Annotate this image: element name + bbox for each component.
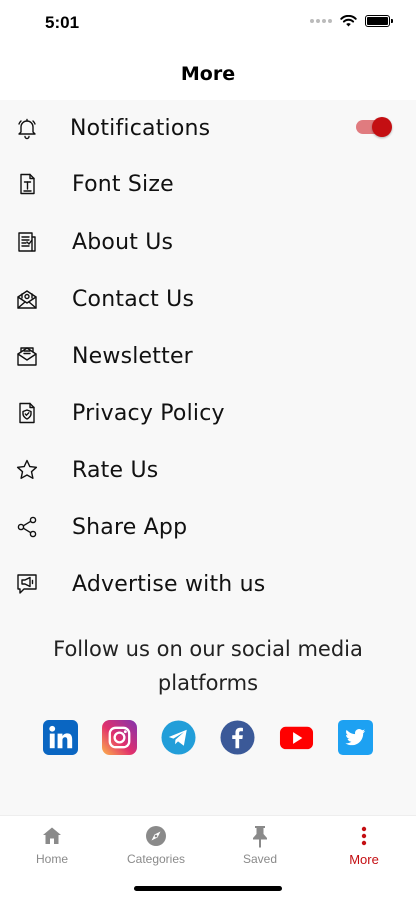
menu-item-font-size[interactable]: Font Size: [0, 156, 416, 212]
facebook-icon[interactable]: [220, 720, 255, 755]
menu-item-label: Privacy Policy: [72, 400, 225, 426]
menu-item-label: Advertise with us: [72, 571, 266, 597]
social-links: [43, 720, 373, 755]
menu-item-about-us[interactable]: About Us: [0, 214, 416, 270]
wifi-icon: [340, 15, 357, 27]
page-header: More: [0, 48, 416, 100]
star-icon: [14, 457, 40, 483]
menu-item-notifications[interactable]: Notifications: [0, 100, 416, 156]
tab-saved[interactable]: Saved: [208, 824, 312, 874]
home-icon: [40, 824, 64, 848]
cellular-signal-icon: [310, 19, 332, 23]
telegram-icon[interactable]: [161, 720, 196, 755]
tab-label: More: [349, 852, 379, 867]
tab-home[interactable]: Home: [0, 824, 104, 874]
follow-social-text: Follow us on our social media platforms: [53, 637, 363, 695]
page-title: More: [180, 63, 236, 85]
font-size-icon: [14, 171, 40, 197]
more-content: Notifications Font Size About Us Contact…: [0, 100, 416, 815]
menu-item-contact-us[interactable]: Contact Us: [0, 271, 416, 327]
bell-icon: [14, 115, 40, 141]
menu-item-label: Font Size: [72, 171, 174, 197]
home-indicator: [134, 886, 282, 891]
menu-item-label: Share App: [72, 514, 188, 540]
instagram-icon[interactable]: [102, 720, 137, 755]
megaphone-icon: [14, 571, 40, 597]
tab-label: Home: [35, 852, 68, 866]
menu-item-label: About Us: [72, 229, 174, 255]
battery-icon: [365, 15, 393, 27]
menu-item-rate-us[interactable]: Rate Us: [0, 442, 416, 498]
privacy-shield-icon: [14, 400, 40, 426]
status-bar: 5:01: [0, 0, 416, 48]
document-icon: [14, 229, 40, 255]
twitter-icon[interactable]: [338, 720, 373, 755]
notifications-toggle[interactable]: [356, 117, 392, 137]
linkedin-icon[interactable]: [43, 720, 78, 755]
tab-more[interactable]: More: [312, 824, 416, 874]
menu-item-label: Newsletter: [72, 343, 193, 369]
tab-categories[interactable]: Categories: [104, 824, 208, 874]
menu-item-share-app[interactable]: Share App: [0, 499, 416, 555]
compass-icon: [144, 824, 168, 848]
youtube-icon[interactable]: [279, 720, 314, 755]
status-time: 5:01: [45, 13, 80, 32]
menu-item-newsletter[interactable]: Newsletter: [0, 328, 416, 384]
menu-item-label: Notifications: [70, 115, 211, 141]
tab-label: Categories: [126, 852, 186, 866]
status-icons: [310, 15, 393, 27]
contact-envelope-icon: [14, 286, 40, 312]
pin-icon: [248, 824, 272, 848]
more-vertical-icon: [352, 824, 376, 848]
share-icon: [14, 514, 40, 540]
newsletter-icon: [14, 343, 40, 369]
menu-item-label: Contact Us: [72, 286, 195, 312]
menu-item-advertise[interactable]: Advertise with us: [0, 556, 416, 612]
menu-item-label: Rate Us: [72, 457, 159, 483]
menu-item-privacy-policy[interactable]: Privacy Policy: [0, 385, 416, 441]
tab-label: Saved: [242, 852, 278, 866]
